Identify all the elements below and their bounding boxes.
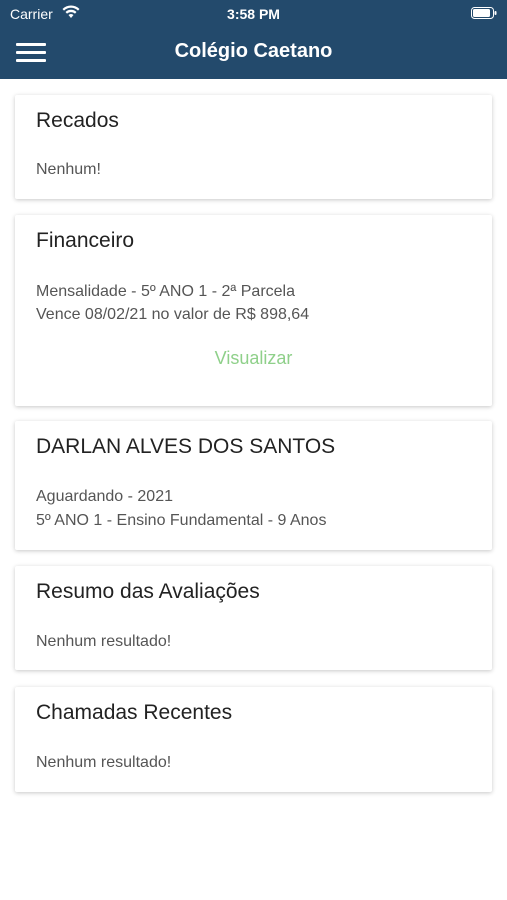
battery-icon (471, 7, 497, 19)
card-text: Nenhum! (36, 161, 101, 178)
nav-bar: Colégio Caetano (0, 28, 507, 79)
card-title: Recados (36, 109, 119, 132)
card-chamadas[interactable]: Chamadas Recentes Nenhum resultado! (15, 687, 492, 792)
card-text: Aguardando - 2021 (36, 488, 173, 505)
card-text: 5º ANO 1 - Ensino Fundamental - 9 Anos (36, 512, 327, 529)
card-avaliacoes[interactable]: Resumo das Avaliações Nenhum resultado! (15, 566, 492, 670)
card-text: Vence 08/02/21 no valor de R$ 898,64 (36, 306, 310, 323)
visualizar-button[interactable]: Visualizar (15, 348, 492, 369)
card-student[interactable]: DARLAN ALVES DOS SANTOS Aguardando - 202… (15, 421, 492, 550)
card-title: Resumo das Avaliações (36, 580, 260, 603)
card-text: Nenhum resultado! (36, 754, 172, 771)
status-time: 3:58 PM (227, 6, 280, 22)
card-text: Mensalidade - 5º ANO 1 - 2ª Parcela (36, 283, 295, 300)
card-text: Nenhum resultado! (36, 633, 172, 650)
card-financeiro: Financeiro Mensalidade - 5º ANO 1 - 2ª P… (15, 215, 492, 406)
card-recados[interactable]: Recados Nenhum! (15, 95, 492, 199)
student-name: DARLAN ALVES DOS SANTOS (36, 435, 336, 458)
status-bar: Carrier 3:58 PM (0, 0, 507, 28)
card-title: Chamadas Recentes (36, 701, 233, 724)
app-header: Carrier 3:58 PM Colégio Caetano (0, 0, 507, 79)
page-title: Colégio Caetano (174, 40, 333, 62)
card-title: Financeiro (36, 229, 135, 252)
